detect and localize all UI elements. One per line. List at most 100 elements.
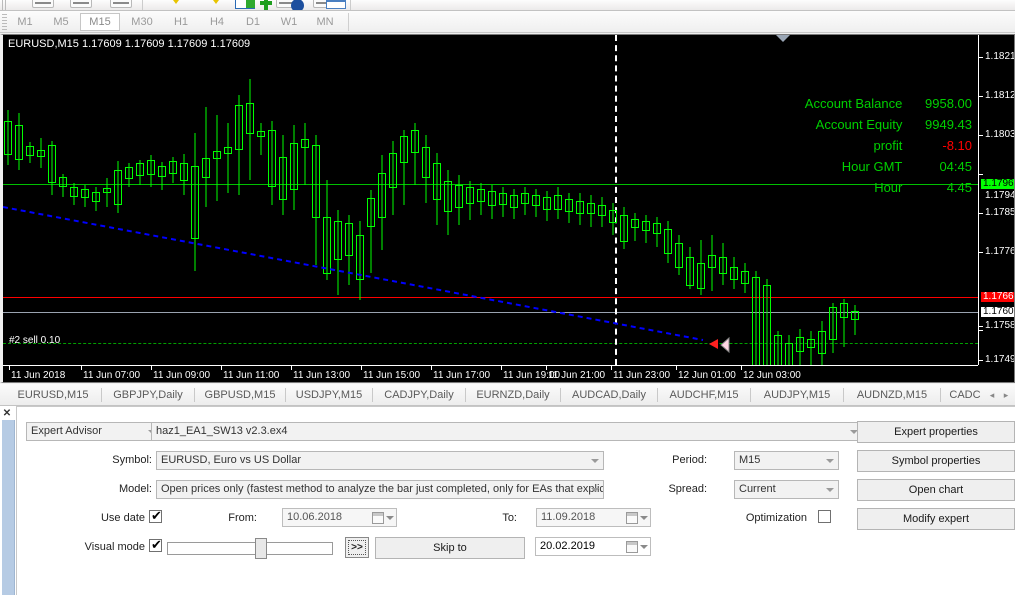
calendar-icon[interactable] — [626, 512, 638, 524]
timeframe-m1[interactable]: M1 — [8, 13, 42, 31]
chart-title: EURUSD,M15 1.17609 1.17609 1.17609 1.176… — [8, 38, 250, 50]
tester-type-value: Expert Advisor — [31, 425, 102, 437]
book-icon[interactable] — [235, 0, 255, 11]
toolbar-separator — [350, 0, 351, 11]
period-select[interactable]: M15 — [734, 451, 839, 470]
expert-file-field[interactable]: haz1_EA1_SW13 v2.3.ex4 — [151, 422, 863, 441]
chart-tab-bar: EURUSD,M15 GBPJPY,Daily GBPUSD,M15 USDJP… — [0, 384, 1015, 406]
chart-tab-eurnzd-daily[interactable]: EURNZD,Daily — [467, 386, 559, 405]
spread-select[interactable]: Current — [734, 480, 839, 499]
time-scale[interactable]: 11 Jun 2018 11 Jun 07:00 11 Jun 09:00 11… — [3, 365, 978, 382]
toolbar-grip[interactable] — [2, 0, 7, 11]
visual-mode-checkbox[interactable] — [149, 539, 162, 552]
open-chart-button[interactable]: Open chart — [857, 479, 1015, 501]
timeframe-h1[interactable]: H1 — [164, 13, 198, 31]
chart-tab-cadc[interactable]: CADC — [942, 386, 988, 405]
expert-properties-button[interactable]: Expert properties — [857, 421, 1015, 443]
price-tick-label: 1.17580 — [985, 321, 1014, 331]
hour-gmt-value: 04:45 — [906, 156, 972, 177]
chart-tab-usdjpy-m15[interactable]: USDJPY,M15 — [287, 386, 371, 405]
chart-tab-gbpusd-m15[interactable]: GBPUSD,M15 — [196, 386, 284, 405]
time-tick-label-1: 11 Jun 07:00 — [83, 370, 140, 381]
visual-speed-slider-thumb[interactable] — [255, 538, 267, 559]
close-icon[interactable]: ✕ — [1, 408, 13, 420]
from-date-field[interactable]: 10.06.2018 — [282, 508, 397, 527]
timeframe-m5[interactable]: M5 — [44, 13, 78, 31]
calendar-icon[interactable] — [372, 512, 384, 524]
time-tick-label-2: 11 Jun 09:00 — [153, 370, 210, 381]
chart-tabs-scroll-left-icon[interactable]: ◂ — [988, 389, 996, 401]
model-select[interactable]: Open prices only (fastest method to anal… — [156, 480, 604, 499]
spread-label: Spread: — [637, 481, 707, 497]
chevron-down-icon — [591, 488, 599, 492]
timeframe-m30[interactable]: M30 — [122, 13, 162, 31]
fast-forward-button[interactable]: >> — [345, 537, 369, 558]
model-label: Model: — [77, 481, 152, 497]
visual-mode-label: Visual mode — [61, 539, 145, 555]
chevron-down-icon[interactable] — [640, 516, 648, 520]
to-date-value: 11.09.2018 — [541, 511, 595, 523]
profit-label: profit — [873, 135, 902, 156]
from-label: From: — [197, 510, 257, 526]
timeframe-w1[interactable]: W1 — [272, 13, 306, 31]
period-value: M15 — [739, 454, 760, 466]
expert-file-value: haz1_EA1_SW13 v2.3.ex4 — [156, 425, 287, 437]
skip-to-date-value: 20.02.2019 — [540, 540, 595, 552]
time-tick-label-10: 12 Jun 01:00 — [678, 370, 736, 381]
toolbar-separator — [142, 0, 143, 11]
line-tool-icon[interactable] — [70, 0, 92, 10]
pencil-icon[interactable] — [210, 0, 222, 10]
line-tool-icon[interactable] — [32, 0, 54, 10]
profit-value: -8.10 — [906, 135, 972, 156]
hour-label: Hour — [874, 177, 902, 198]
time-tick-label-3: 11 Jun 11:00 — [223, 370, 279, 381]
tester-type-select[interactable]: Expert Advisor — [26, 422, 161, 441]
candlestick-series — [3, 35, 978, 365]
chart-object-marker-icon[interactable] — [776, 35, 790, 42]
hour-row: Hour 4.45 — [805, 177, 972, 198]
chart-tab-audcad-daily[interactable]: AUDCAD,Daily — [562, 386, 656, 405]
timeframe-d1[interactable]: D1 — [236, 13, 270, 31]
optimization-checkbox[interactable] — [818, 510, 831, 523]
price-chart[interactable]: EURUSD,M15 1.17609 1.17609 1.17609 1.176… — [0, 34, 1015, 383]
skip-to-button[interactable]: Skip to — [375, 537, 525, 559]
time-tick-label-6: 11 Jun 17:00 — [433, 370, 490, 381]
globe-icon[interactable] — [291, 0, 305, 11]
timeframe-mn[interactable]: MN — [308, 13, 342, 31]
chart-tab-eurusd-m15[interactable]: EURUSD,M15 — [6, 386, 100, 405]
timeframe-h4[interactable]: H4 — [200, 13, 234, 31]
green-plus-icon-a[interactable] — [259, 0, 273, 11]
chevron-down-icon — [591, 459, 599, 463]
hour-value: 4.45 — [906, 177, 972, 198]
account-info-panel: Account Balance 9958.00 Account Equity 9… — [805, 93, 972, 198]
chevron-down-icon[interactable] — [640, 545, 648, 549]
modify-expert-button[interactable]: Modify expert — [857, 508, 1015, 530]
pencil-icon[interactable] — [170, 0, 182, 10]
chart-tab-cadjpy-daily[interactable]: CADJPY,Daily — [374, 386, 464, 405]
order-price-tag: 1.17663 — [981, 292, 1014, 302]
chart-tabs-scroll-right-icon[interactable]: ▸ — [1002, 389, 1010, 401]
timeframe-toolbar-grip[interactable] — [2, 14, 7, 30]
to-date-field[interactable]: 11.09.2018 — [536, 508, 651, 527]
chart-tab-audnzd-m15[interactable]: AUDNZD,M15 — [845, 386, 939, 405]
chart-tab-gbpjpy-daily[interactable]: GBPJPY,Daily — [103, 386, 193, 405]
calendar-icon[interactable] — [626, 541, 638, 553]
time-tick-label-8: 11 Jun 21:00 — [548, 370, 605, 381]
price-scale[interactable]: 1.18210 1.18120 1.18030 1.17963 1.17940 … — [978, 35, 1014, 365]
use-date-checkbox[interactable] — [149, 510, 162, 523]
price-tick-label: 1.17490 — [985, 355, 1014, 365]
strategy-tester-panel: ✕ Expert Advisor haz1_EA1_SW13 v2.3.ex4 … — [0, 406, 1015, 595]
chart-tab-audchf-m15[interactable]: AUDCHF,M15 — [659, 386, 749, 405]
time-tick-label-9: 11 Jun 23:00 — [613, 370, 670, 381]
sell-order-cursor-icon[interactable] — [709, 335, 731, 355]
current-price-tag: 1.17609 — [981, 307, 1014, 317]
chevron-down-icon[interactable] — [386, 516, 394, 520]
chart-tab-audjpy-m15[interactable]: AUDJPY,M15 — [752, 386, 842, 405]
symbol-properties-button[interactable]: Symbol properties — [857, 450, 1015, 472]
timeframe-m15[interactable]: M15 — [80, 13, 120, 31]
window-icon[interactable] — [326, 0, 348, 11]
line-tool-icon[interactable] — [110, 0, 132, 10]
symbol-select[interactable]: EURUSD, Euro vs US Dollar — [156, 451, 604, 470]
visual-speed-slider[interactable] — [167, 542, 333, 555]
skip-to-date-field[interactable]: 20.02.2019 — [535, 537, 651, 556]
